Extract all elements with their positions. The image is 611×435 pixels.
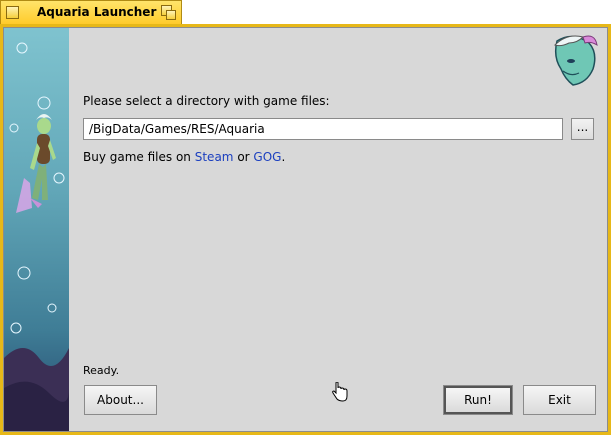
directory-path-input[interactable]: /BigData/Games/RES/Aquaria (83, 118, 563, 140)
or-text: or (237, 150, 250, 164)
mermaid-illustration (4, 42, 69, 431)
directory-prompt: Please select a directory with game file… (83, 94, 330, 108)
window-body: Please select a directory with game file… (3, 27, 608, 432)
browse-button[interactable]: ... (571, 118, 594, 140)
about-button[interactable]: About... (84, 385, 157, 415)
period-text: . (281, 150, 286, 164)
buy-prefix-text: Buy game files on (83, 150, 191, 164)
aquaria-logo-icon (554, 35, 598, 86)
side-art-image (4, 28, 69, 431)
zoom-box-icon[interactable] (161, 5, 177, 20)
window-tab[interactable]: Aquaria Launcher (0, 0, 182, 24)
gog-link[interactable]: GOG (253, 150, 281, 164)
buy-files-line: Buy game files on Steam or GOG. (83, 150, 285, 164)
exit-button[interactable]: Exit (523, 385, 596, 415)
launcher-window: Please select a directory with game file… (0, 24, 611, 435)
steam-link[interactable]: Steam (195, 150, 234, 164)
status-text: Ready. (83, 364, 120, 377)
close-box-icon[interactable] (6, 6, 19, 19)
main-content: Please select a directory with game file… (69, 28, 607, 431)
run-button[interactable]: Run! (443, 385, 513, 415)
window-title: Aquaria Launcher (37, 5, 157, 19)
hand-pointer-icon (332, 382, 348, 402)
